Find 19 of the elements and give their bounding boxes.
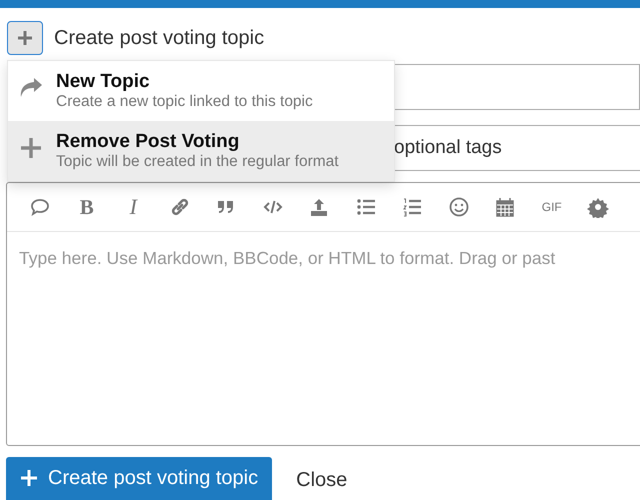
plus-icon [16,29,34,47]
create-topic-button[interactable]: Create post voting topic [6,457,272,500]
format-button[interactable]: B [64,187,110,227]
composer-title: Create post voting topic [54,26,264,50]
menu-item[interactable]: New Topic Create a new topic linked to this topic [8,61,394,121]
compose-field[interactable]: Type here. Use Markdown, BBCode, or HTML to format. Drag or past [7,232,640,444]
plus-icon [20,469,38,487]
menu-item-description: Create a new topic linked to this topic [56,93,313,111]
editor-placeholder: Type here. Use Markdown, BBCode, or HTML to format. Drag or past [19,248,556,268]
menu-item-title: New Topic [56,71,151,93]
close-button[interactable]: Close [280,457,364,500]
menu-item[interactable]: Remove Post Voting Topic will be created in the regular format [8,121,394,181]
format-button[interactable]: I [110,187,156,227]
menu-item-title: Remove Post Voting [56,131,240,153]
curved-arrow-icon [19,77,43,99]
format-button[interactable]: GIF [528,187,575,227]
menu-item-description: Topic will be created in the regular format [56,153,339,171]
options-button[interactable] [7,21,43,55]
plus-icon [20,137,42,159]
